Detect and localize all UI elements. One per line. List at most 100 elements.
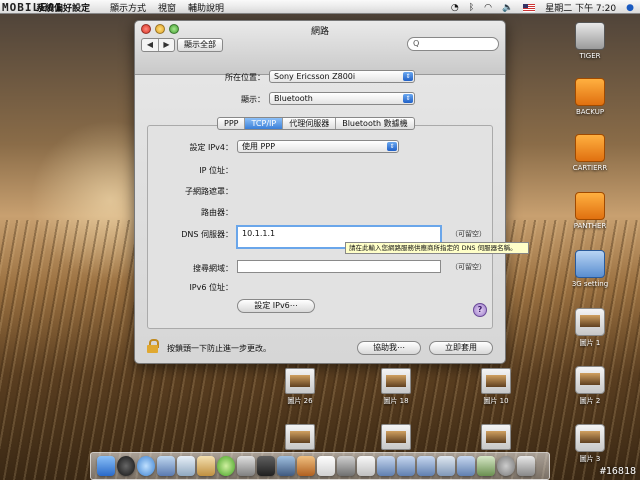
router-label: 路由器： (201, 208, 233, 217)
desktop-icon-picture-3[interactable]: 圖片 3 (560, 424, 620, 464)
dns-servers-label: DNS 伺服器： (181, 230, 233, 239)
show-all-button[interactable]: 顯示全部 (177, 38, 223, 52)
dns-optional-hint: （可留空） (451, 230, 486, 238)
forward-arrow-icon[interactable]: ▶ (158, 39, 174, 51)
preview-icon[interactable] (357, 456, 375, 476)
subnet-mask-label: 子網路遮罩： (185, 187, 233, 196)
desktop-icon-cartierr[interactable]: CARTIERR (560, 134, 620, 172)
menu-view[interactable]: 顯示方式 (110, 1, 146, 14)
imovie-icon[interactable] (257, 456, 275, 476)
tab-proxies[interactable]: 代理伺服器 (282, 118, 335, 129)
assist-me-button[interactable]: 協助我⋯ (357, 341, 421, 355)
tab-ppp[interactable]: PPP (218, 118, 244, 129)
tab-bar: PPP TCP/IP 代理伺服器 Bluetooth 數據機 (217, 117, 415, 130)
location-popup[interactable]: Sony Ericsson Z800i ⇕ (269, 70, 415, 83)
firewire-drive-icon (575, 192, 605, 220)
itunes-icon[interactable] (217, 456, 235, 476)
picture-file-icon (285, 368, 315, 394)
menu-bar: MOBILE01 系統偏好設定 顯示方式 視窗 輔助說明 ◔ ᛒ ◠ 🔈 星期二… (0, 0, 640, 14)
menu-extras: ◔ ᛒ ◠ 🔈 星期二 下午 7:20 ● (451, 1, 634, 15)
folder-icon[interactable] (377, 456, 395, 476)
desktop-file-picture-26[interactable]: 圖片 26 (278, 368, 322, 406)
watermark: #16818 (599, 466, 636, 477)
search-domains-field[interactable] (237, 260, 441, 273)
firewire-drive-icon (575, 134, 605, 162)
desktop-file-picture[interactable] (374, 424, 418, 452)
picture-file-icon (481, 424, 511, 450)
garageband-icon[interactable] (297, 456, 315, 476)
search-domains-label: 搜尋網域： (193, 264, 233, 273)
folder-icon (575, 250, 605, 278)
desktop-icon-3g-setting[interactable]: 3G setting (560, 250, 620, 288)
application-icon[interactable] (477, 456, 495, 476)
tab-tcpip[interactable]: TCP/IP (244, 118, 283, 129)
desktop-icon-picture-2[interactable]: 圖片 2 (560, 366, 620, 406)
show-value: Bluetooth (274, 94, 313, 103)
trash-icon[interactable] (517, 456, 535, 476)
show-popup[interactable]: Bluetooth ⇕ (269, 92, 415, 105)
folder-icon[interactable] (457, 456, 475, 476)
picture-file-icon (381, 368, 411, 394)
desktop-icon-panther[interactable]: PANTHER (560, 192, 620, 230)
show-label: 顯示： (241, 95, 265, 104)
firewire-drive-icon (575, 78, 605, 106)
lock-text: 按鎖頭一下防止進一步更改。 (167, 344, 271, 353)
popup-arrows-icon: ⇕ (403, 94, 413, 103)
spotlight-icon[interactable]: ● (626, 3, 634, 13)
wifi-icon[interactable]: ◠ (484, 3, 492, 13)
lock-icon[interactable] (147, 339, 159, 353)
menu-window[interactable]: 視窗 (158, 1, 176, 14)
search-domains-optional-hint: （可留空） (451, 263, 486, 271)
title-bar[interactable]: 網路 ◀ ▶ 顯示全部 Q (135, 21, 505, 75)
volume-icon[interactable]: 🔈 (502, 3, 513, 13)
ip-address-label: IP 位址： (199, 166, 233, 175)
quicktime-icon[interactable] (497, 456, 515, 476)
ichat-icon[interactable] (177, 456, 195, 476)
desktop-icon-picture-1[interactable]: 圖片 1 (560, 308, 620, 348)
desktop-icon-tiger[interactable]: TIGER (560, 22, 620, 60)
address-book-icon[interactable] (197, 456, 215, 476)
tab-bluetooth-modem[interactable]: Bluetooth 數據機 (335, 118, 413, 129)
location-label: 所在位置： (225, 73, 265, 82)
picture-file-icon (285, 424, 315, 450)
search-icon: Q (413, 39, 420, 48)
picture-file-icon (575, 308, 605, 336)
dns-tooltip: 請在此輸入您網路服務供應商所指定的 DNS 伺服器名稱。 (345, 242, 529, 254)
app-menu[interactable]: 系統偏好設定 (36, 1, 90, 14)
configure-ipv6-button[interactable]: 設定 IPv6⋯ (237, 299, 315, 313)
desktop-file-picture[interactable] (278, 424, 322, 452)
configure-ipv4-value: 使用 PPP (242, 142, 276, 151)
search-field[interactable]: Q (407, 37, 499, 51)
document-icon[interactable] (437, 456, 455, 476)
ical-icon[interactable] (317, 456, 335, 476)
picture-file-icon (575, 424, 605, 452)
desktop-file-picture[interactable] (474, 424, 518, 452)
desktop-icon-backup[interactable]: BACKUP (560, 78, 620, 116)
configure-ipv4-label: 設定 IPv4： (189, 143, 233, 152)
safari-icon[interactable] (137, 456, 155, 476)
location-value: Sony Ericsson Z800i (274, 72, 356, 81)
ipv6-address-label: IPv6 位址： (189, 283, 233, 292)
menu-help[interactable]: 輔助說明 (188, 1, 224, 14)
bluetooth-icon[interactable]: ᛒ (469, 3, 474, 13)
back-arrow-icon[interactable]: ◀ (142, 39, 158, 51)
input-menu-flag-icon[interactable] (523, 3, 536, 12)
configure-ipv4-popup[interactable]: 使用 PPP ⇕ (237, 140, 399, 153)
desktop-file-picture-10[interactable]: 圖片 10 (474, 368, 518, 406)
mail-icon[interactable] (157, 456, 175, 476)
window-title: 網路 (310, 27, 329, 37)
dock (90, 452, 550, 480)
desktop-file-picture-18[interactable]: 圖片 18 (374, 368, 418, 406)
menus-left: 系統偏好設定 顯示方式 視窗 輔助說明 (36, 1, 224, 14)
apply-now-button[interactable]: 立即套用 (429, 341, 493, 355)
system-preferences-icon[interactable] (337, 456, 355, 476)
help-button[interactable]: ? (473, 303, 487, 317)
menubar-clock[interactable]: 星期二 下午 7:20 (545, 1, 616, 14)
clock-icon[interactable]: ◔ (451, 3, 459, 13)
folder-icon[interactable] (417, 456, 435, 476)
iphoto-icon[interactable] (237, 456, 255, 476)
idvd-icon[interactable] (277, 456, 295, 476)
finder-icon[interactable] (97, 456, 115, 476)
folder-icon[interactable] (397, 456, 415, 476)
dashboard-icon[interactable] (117, 456, 135, 476)
